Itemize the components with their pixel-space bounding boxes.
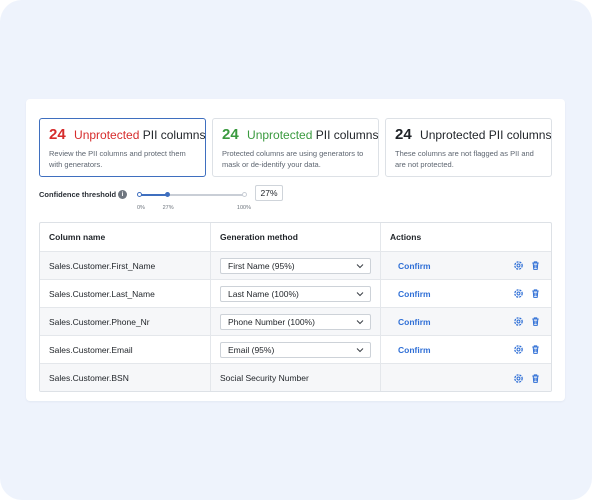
chevron-down-icon — [356, 319, 364, 324]
generator-select[interactable]: Email (95%) — [220, 341, 371, 358]
gear-icon[interactable] — [513, 260, 524, 271]
confirm-button[interactable]: Confirm — [398, 289, 431, 299]
gear-icon[interactable] — [513, 344, 524, 355]
gear-icon[interactable] — [513, 373, 524, 384]
header-actions: Actions — [390, 232, 422, 242]
slider-min-label: 0% — [137, 205, 145, 211]
confirm-button[interactable]: Confirm — [398, 345, 431, 355]
confirm-button[interactable]: Confirm — [398, 261, 431, 271]
generator-select[interactable]: Phone Number (100%) — [220, 313, 371, 330]
table-row: Sales.Customer.Last_Name Last Name (100%… — [40, 280, 551, 308]
slider-handle[interactable] — [165, 192, 171, 197]
summary-card-protected[interactable]: 24 Unprotected PII columns Protected col… — [212, 118, 379, 177]
card-status: Unprotected — [74, 128, 140, 142]
pii-panel: 24 Unprotected PII columns Review the PI… — [26, 99, 565, 401]
card-status: Unprotected — [420, 128, 486, 142]
generator-select-value: Last Name (100%) — [228, 288, 299, 299]
card-description: These columns are not flagged as PII and… — [395, 149, 534, 169]
summary-card-not-flagged[interactable]: 24 Unprotected PII columns These columns… — [385, 118, 552, 177]
column-name: Sales.Customer.Email — [40, 336, 211, 363]
header-column-name: Column name — [40, 223, 211, 251]
slider-max-label: 100% — [236, 205, 251, 211]
confirm-button[interactable]: Confirm — [398, 317, 431, 327]
card-count: 24 — [49, 126, 66, 143]
card-suffix: PII columns — [488, 128, 552, 142]
trash-icon[interactable] — [530, 288, 541, 299]
card-description: Review the PII columns and protect them … — [49, 149, 186, 169]
column-name: Sales.Customer.First_Name — [40, 252, 211, 279]
slider-fill — [139, 194, 168, 196]
threshold-label: Confidence threshold — [39, 190, 117, 199]
gear-icon[interactable] — [513, 288, 524, 299]
table-row: Sales.Customer.Email Email (95%) Confirm — [40, 336, 551, 364]
card-count: 24 — [222, 126, 239, 143]
generator-static-value: Social Security Number — [211, 364, 381, 391]
threshold-slider[interactable]: 0% 27% 100% — [137, 190, 251, 211]
card-status: Unprotected — [247, 128, 313, 142]
generator-select[interactable]: Last Name (100%) — [220, 285, 371, 302]
generator-select[interactable]: First Name (95%) — [220, 257, 371, 274]
trash-icon[interactable] — [530, 260, 541, 271]
card-count: 24 — [395, 126, 412, 143]
card-suffix: PII columns — [142, 128, 206, 142]
threshold-input[interactable]: 27% — [255, 185, 283, 201]
column-name: Sales.Customer.Last_Name — [40, 280, 211, 307]
chevron-down-icon — [356, 347, 364, 352]
info-icon[interactable]: i — [118, 190, 127, 199]
summary-card-unprotected[interactable]: 24 Unprotected PII columns Review the PI… — [39, 118, 206, 177]
card-description: Protected columns are using generators t… — [222, 149, 364, 169]
slider-min-dot — [137, 192, 142, 197]
slider-max-dot — [242, 192, 247, 197]
column-name: Sales.Customer.Phone_Nr — [40, 308, 211, 335]
gear-icon[interactable] — [513, 316, 524, 327]
summary-cards: 24 Unprotected PII columns Review the PI… — [39, 118, 552, 179]
page-background: 24 Unprotected PII columns Review the PI… — [0, 0, 592, 500]
confidence-threshold: Confidence threshold i 0% 27% 100% 27% — [39, 185, 439, 215]
card-suffix: PII columns — [315, 128, 379, 142]
column-name: Sales.Customer.BSN — [40, 364, 211, 391]
generator-select-value: Email (95%) — [228, 344, 275, 355]
trash-icon[interactable] — [530, 344, 541, 355]
generator-select-value: First Name (95%) — [228, 260, 295, 271]
trash-icon[interactable] — [530, 316, 541, 327]
pii-columns-table: Column name Generation method Actions Sa… — [39, 222, 552, 392]
chevron-down-icon — [356, 263, 364, 268]
slider-value-label: 27% — [162, 205, 174, 211]
table-row: Sales.Customer.BSN Social Security Numbe… — [40, 364, 551, 391]
table-header: Column name Generation method Actions — [40, 223, 551, 252]
table-row: Sales.Customer.First_Name First Name (95… — [40, 252, 551, 280]
table-row: Sales.Customer.Phone_Nr Phone Number (10… — [40, 308, 551, 336]
generator-select-value: Phone Number (100%) — [228, 316, 315, 327]
trash-icon[interactable] — [530, 373, 541, 384]
header-generation-method: Generation method — [211, 223, 381, 251]
chevron-down-icon — [356, 291, 364, 296]
